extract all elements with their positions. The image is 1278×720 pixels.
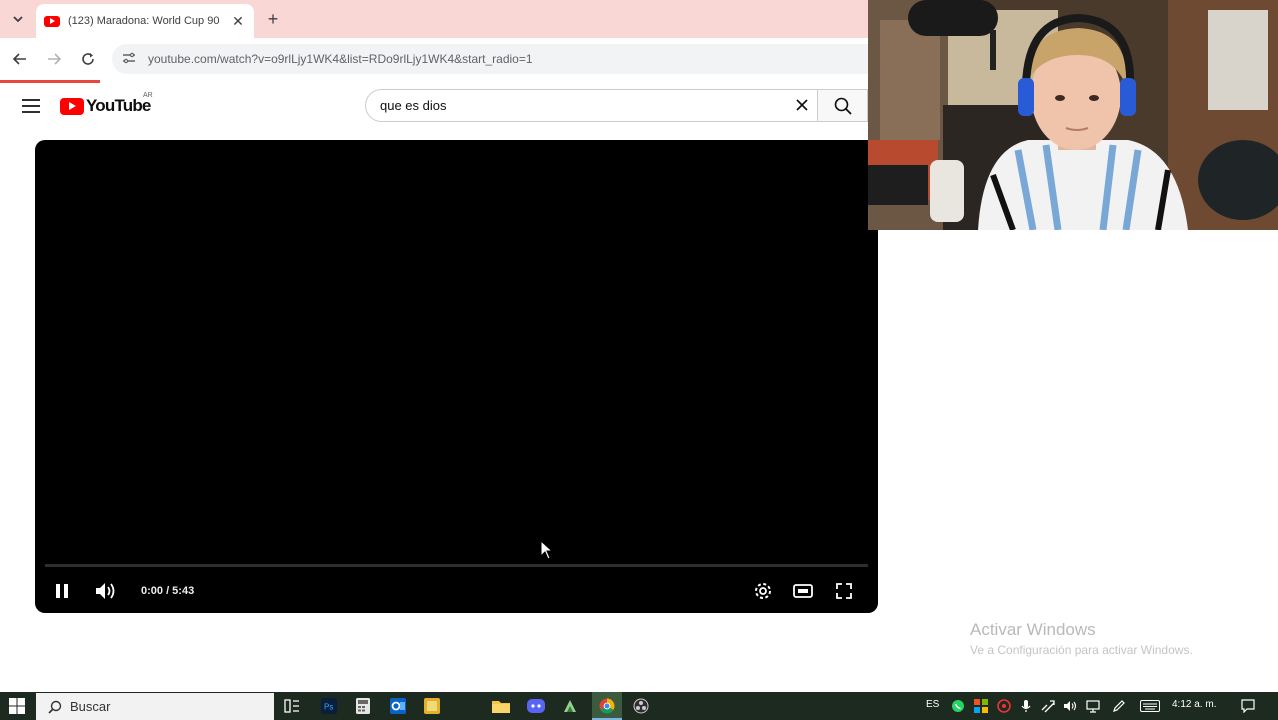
- webcam-overlay: [868, 0, 1278, 230]
- settings-gear-icon[interactable]: [751, 578, 775, 604]
- discord-icon[interactable]: [525, 696, 547, 716]
- outlook-icon[interactable]: [387, 696, 409, 716]
- forward-icon[interactable]: [43, 48, 65, 70]
- activate-windows-subtitle: Ve a Configuración para activar Windows.: [970, 643, 1193, 657]
- video-player[interactable]: 0:00 / 5:43: [35, 140, 878, 613]
- browser-tab-bar: (123) Maradona: World Cup 90 ✕ +: [0, 0, 868, 38]
- task-view-icon[interactable]: [281, 696, 303, 716]
- language-indicator[interactable]: ES: [926, 699, 939, 710]
- tab-search-icon[interactable]: [6, 7, 30, 31]
- taskbar-clock[interactable]: 4:12 a. m.: [1172, 699, 1216, 710]
- taskbar-search-placeholder: Buscar: [70, 699, 111, 714]
- search-button[interactable]: [817, 89, 868, 122]
- tab-close-icon[interactable]: ✕: [230, 13, 246, 30]
- hamburger-menu-icon[interactable]: [22, 99, 40, 113]
- calculator-icon[interactable]: [352, 696, 374, 716]
- search-input[interactable]: que es dios: [365, 89, 817, 122]
- new-tab-button[interactable]: +: [262, 8, 284, 30]
- obs-icon[interactable]: [630, 696, 652, 716]
- back-icon[interactable]: [9, 48, 31, 70]
- search-query: que es dios: [380, 98, 447, 113]
- notifications-icon[interactable]: [1240, 698, 1256, 714]
- photoshop-icon[interactable]: Ps: [318, 696, 340, 716]
- whatsapp-tray-icon[interactable]: [950, 698, 966, 714]
- app-icon[interactable]: [559, 696, 581, 716]
- windows-start-icon[interactable]: [0, 692, 34, 720]
- svg-text:Ps: Ps: [324, 703, 333, 712]
- theater-mode-icon[interactable]: [791, 578, 815, 604]
- browser-toolbar: youtube.com/watch?v=o9rlLjy1WK4&list=RDo…: [0, 38, 868, 80]
- notes-icon[interactable]: [421, 696, 443, 716]
- youtube-favicon-icon: [44, 15, 60, 27]
- mouse-cursor-icon: [540, 540, 554, 560]
- activate-windows-title: Activar Windows: [970, 620, 1096, 639]
- browser-tab[interactable]: (123) Maradona: World Cup 90 ✕: [36, 4, 254, 38]
- youtube-logo-text: YouTube: [86, 96, 151, 115]
- app-tray-icon[interactable]: [973, 698, 989, 714]
- address-bar[interactable]: youtube.com/watch?v=o9rlLjy1WK4&list=RDo…: [112, 44, 868, 74]
- reload-icon[interactable]: [77, 48, 99, 70]
- display-icon[interactable]: [1085, 698, 1101, 714]
- video-time: 0:00 / 5:43: [141, 585, 195, 597]
- url-text: youtube.com/watch?v=o9rlLjy1WK4&list=RDo…: [148, 52, 533, 66]
- chrome-icon[interactable]: [596, 696, 618, 716]
- search-icon: [48, 700, 62, 714]
- speaker-icon[interactable]: [1062, 698, 1078, 714]
- pause-button[interactable]: [51, 578, 73, 604]
- taskbar: Buscar Ps ES 4:12 a. m.: [0, 692, 1278, 720]
- network-icon[interactable]: [1040, 698, 1056, 714]
- keyboard-icon[interactable]: [1139, 698, 1161, 714]
- microphone-icon[interactable]: [1018, 698, 1034, 714]
- screen: (123) Maradona: World Cup 90 ✕ + youtube…: [0, 0, 1278, 720]
- chrome-tray-icon[interactable]: [996, 698, 1012, 714]
- tab-title: (123) Maradona: World Cup 90: [68, 15, 220, 27]
- taskbar-search-input[interactable]: Buscar: [36, 693, 274, 720]
- clear-search-icon[interactable]: [787, 96, 817, 116]
- country-code: AR: [143, 92, 153, 99]
- pen-icon[interactable]: [1111, 698, 1127, 714]
- site-settings-icon[interactable]: [122, 52, 136, 66]
- search-icon: [834, 97, 852, 115]
- video-progress-bar[interactable]: [45, 564, 868, 567]
- youtube-header: YouTube AR que es dios: [0, 83, 868, 139]
- fullscreen-icon[interactable]: [832, 578, 856, 604]
- volume-icon[interactable]: [93, 578, 119, 604]
- youtube-play-icon: [60, 97, 84, 115]
- youtube-logo[interactable]: YouTube: [60, 96, 151, 116]
- file-explorer-icon[interactable]: [490, 696, 512, 716]
